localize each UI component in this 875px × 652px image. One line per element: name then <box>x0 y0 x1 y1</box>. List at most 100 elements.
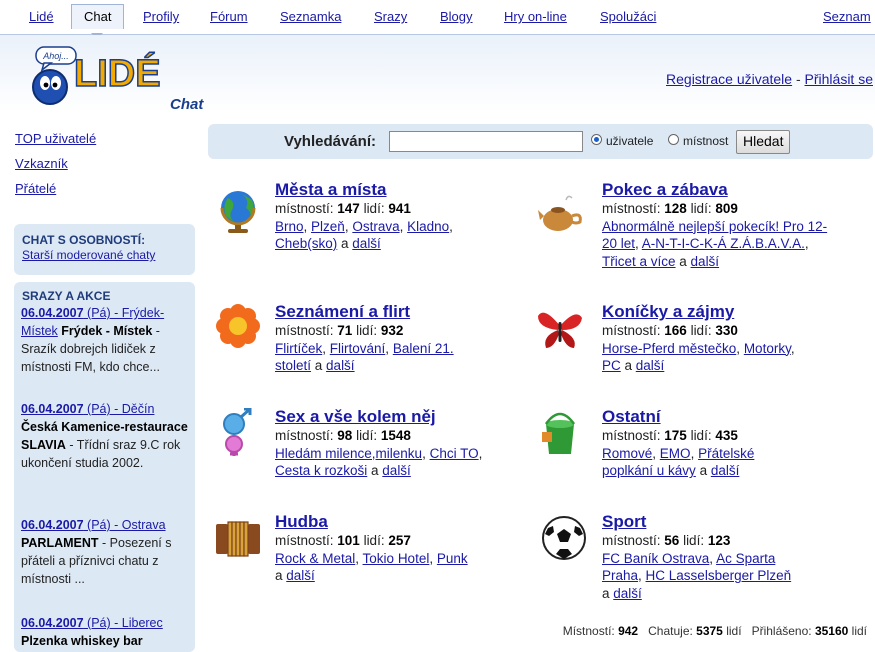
room-link[interactable]: A-N-T-I-C-K-Á Z.Á.B.A.V.A. <box>642 236 805 251</box>
nav-forum[interactable]: Fórum <box>210 9 248 24</box>
more-link[interactable]: další <box>326 358 355 373</box>
register-link[interactable]: Registrace uživatele <box>666 71 792 87</box>
category-other: Ostatní místností: 175 lidí: 435 Romové,… <box>602 407 755 478</box>
room-link[interactable]: Romové <box>602 446 652 461</box>
nav-hry-online[interactable]: Hry on-line <box>504 9 567 24</box>
category-title[interactable]: Sport <box>602 512 646 531</box>
search-rooms-radio[interactable] <box>668 134 679 145</box>
room-link[interactable]: Plzeň <box>311 219 345 234</box>
event-place-link[interactable]: (Pá) - Děčín <box>84 402 154 416</box>
nav-chat[interactable]: Chat <box>71 4 125 29</box>
search-input[interactable] <box>389 131 583 152</box>
nav-srazy[interactable]: Srazy <box>374 9 407 24</box>
category-music: Hudba místností: 101 lidí: 257 Rock & Me… <box>275 512 468 583</box>
page-header: Ahoj... LIDÉ Chat Registrace uživatele -… <box>0 35 875 113</box>
sidebar-item-friends[interactable]: Přátelé <box>15 181 56 196</box>
room-link[interactable]: Punk <box>437 551 468 566</box>
event-name: Frýdek - Místek <box>61 324 153 338</box>
category-title[interactable]: Seznámení a flirt <box>275 302 410 321</box>
event-name: Plzenka whiskey bar <box>21 634 143 648</box>
event-item: 06.04.2007 (Pá) - Ostrava PARLAMENT - Po… <box>21 516 193 588</box>
site-stats: Místností: 942 Chatuje: 5375 lidí Přihlá… <box>562 624 867 638</box>
search-bar: Vyhledávání: uživatele místnost Hledat <box>208 124 873 159</box>
nav-profily[interactable]: Profily <box>143 9 179 24</box>
room-link[interactable]: Chci TO <box>430 446 479 461</box>
sidebar-item-top-users[interactable]: TOP uživatelé <box>15 131 96 146</box>
room-link[interactable]: Cesta k rozkoši <box>275 463 367 478</box>
category-title[interactable]: Města a místa <box>275 180 387 199</box>
room-link[interactable]: Rock & Metal <box>275 551 355 566</box>
accordion-icon <box>216 521 260 557</box>
more-link[interactable]: další <box>382 463 411 478</box>
category-cities: Města a místa místností: 147 lidí: 941 B… <box>275 180 453 251</box>
event-name: PARLAMENT <box>21 536 99 550</box>
room-link[interactable]: EMO <box>660 446 691 461</box>
older-moderated-chats-link[interactable]: Starší moderované chaty <box>22 248 155 262</box>
top-navigation: Lidé Chat Profily Fórum Seznamka Srazy B… <box>0 0 875 35</box>
room-link[interactable]: Tokio Hotel <box>363 551 430 566</box>
events-box: SRAZY A AKCE 06.04.2007 (Pá) - Frýdek-Mí… <box>14 282 195 652</box>
butterfly-icon <box>538 312 582 348</box>
search-rooms-label: místnost <box>683 134 729 148</box>
event-place-link[interactable]: (Pá) - Liberec <box>84 616 163 630</box>
room-link[interactable]: Flirtování <box>330 341 386 356</box>
nav-lide[interactable]: Lidé <box>29 9 54 24</box>
room-link[interactable]: FC Baník Ostrava <box>602 551 709 566</box>
more-link[interactable]: další <box>352 236 381 251</box>
lide-chat-logo[interactable]: Ahoj... LIDÉ Chat <box>30 39 220 111</box>
svg-text:LIDÉ: LIDÉ <box>74 51 161 95</box>
event-place-link[interactable]: (Pá) - Ostrava <box>84 518 166 532</box>
more-link[interactable]: další <box>636 358 665 373</box>
category-sex: Sex a vše kolem něj místností: 98 lidí: … <box>275 407 483 478</box>
nav-seznamka[interactable]: Seznamka <box>280 9 341 24</box>
category-stats: místností: 98 lidí: 1548 <box>275 428 411 443</box>
auth-separator: - <box>792 71 805 87</box>
event-date-link[interactable]: 06.04.2007 <box>21 616 84 630</box>
category-title[interactable]: Hudba <box>275 512 328 531</box>
category-sport: Sport místností: 56 lidí: 123 FC Baník O… <box>602 512 792 601</box>
category-hobbies: Koníčky a zájmy místností: 166 lidí: 330… <box>602 302 795 373</box>
event-item: 06.04.2007 (Pá) - Liberec Plzenka whiske… <box>21 614 193 650</box>
category-title[interactable]: Koníčky a zájmy <box>602 302 734 321</box>
search-label: Vyhledávání: <box>284 133 376 150</box>
room-link[interactable]: Cheb(sko) <box>275 236 337 251</box>
room-link[interactable]: Třicet a více <box>602 254 676 269</box>
sidebar-item-message-board[interactable]: Vzkazník <box>15 156 68 171</box>
room-link[interactable]: Flirtíček <box>275 341 322 356</box>
search-users-label: uživatele <box>606 134 654 148</box>
event-item: 06.04.2007 (Pá) - Děčín Česká Kamenice-r… <box>21 400 193 472</box>
room-link[interactable]: Hledám milence,milenku <box>275 446 422 461</box>
teapot-icon <box>538 195 582 231</box>
nav-seznam[interactable]: Seznam <box>823 9 871 24</box>
bucket-icon <box>542 412 576 454</box>
category-title[interactable]: Ostatní <box>602 407 661 426</box>
category-stats: místností: 101 lidí: 257 <box>275 533 411 548</box>
event-date-link[interactable]: 06.04.2007 <box>21 306 84 320</box>
soccer-ball-icon <box>542 516 586 560</box>
nav-spoluzaci[interactable]: Spolužáci <box>600 9 656 24</box>
category-title[interactable]: Pokec a zábava <box>602 180 728 199</box>
search-button[interactable]: Hledat <box>736 130 791 154</box>
room-link[interactable]: HC Lasselsberger Plzeň <box>646 568 792 583</box>
login-link[interactable]: Přihlásit se <box>805 71 873 87</box>
category-title[interactable]: Sex a vše kolem něj <box>275 407 436 426</box>
room-link[interactable]: PC <box>602 358 621 373</box>
event-date-link[interactable]: 06.04.2007 <box>21 518 84 532</box>
more-link[interactable]: další <box>286 568 315 583</box>
more-link[interactable]: další <box>711 463 740 478</box>
room-link[interactable]: Ostrava <box>352 219 399 234</box>
search-users-radio[interactable] <box>591 134 602 145</box>
gender-symbols-icon <box>223 408 252 456</box>
room-link[interactable]: Motorky <box>744 341 791 356</box>
nav-blogy[interactable]: Blogy <box>440 9 473 24</box>
room-link[interactable]: Brno <box>275 219 304 234</box>
room-link[interactable]: Kladno <box>407 219 449 234</box>
category-dating: Seznámení a flirt místností: 71 lidí: 93… <box>275 302 454 373</box>
more-link[interactable]: další <box>613 586 642 601</box>
more-link[interactable]: další <box>691 254 720 269</box>
category-stats: místností: 147 lidí: 941 <box>275 201 411 216</box>
flower-icon <box>216 304 260 348</box>
event-date-link[interactable]: 06.04.2007 <box>21 402 84 416</box>
room-link[interactable]: Horse-Pferd městečko <box>602 341 736 356</box>
category-stats: místností: 166 lidí: 330 <box>602 323 738 338</box>
